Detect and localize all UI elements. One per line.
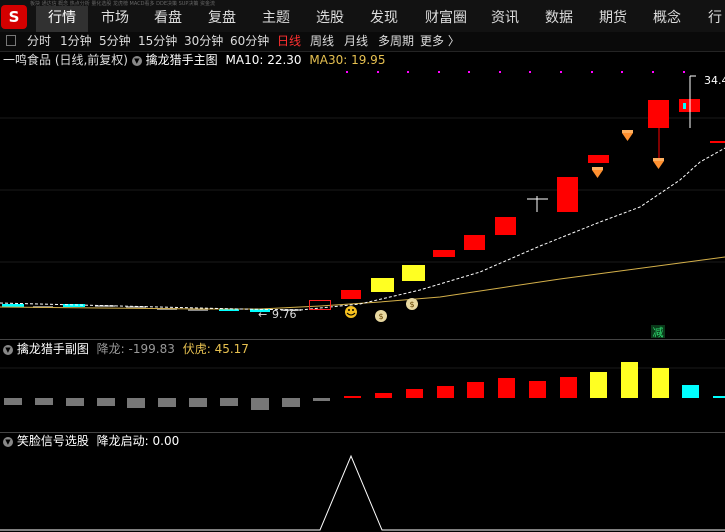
svg-text:$: $ xyxy=(378,312,383,321)
candle xyxy=(433,250,455,257)
svg-text:$: $ xyxy=(409,300,414,309)
candle xyxy=(341,290,361,299)
top-signal-dots xyxy=(346,71,685,73)
smiley-icon xyxy=(345,306,357,318)
diamond-icon xyxy=(653,158,664,169)
candle xyxy=(402,265,425,281)
grid-lines xyxy=(0,117,725,369)
candle xyxy=(371,278,394,292)
moneybag-icon: $ xyxy=(406,298,418,310)
reduce-badge-text: 减 xyxy=(653,326,664,339)
early-candles xyxy=(2,304,301,312)
candle xyxy=(557,177,578,212)
candle xyxy=(495,217,516,235)
ma30-line xyxy=(0,256,725,310)
sub-panel-histogram xyxy=(4,362,725,410)
breakout-candles xyxy=(309,76,725,310)
diamond-icon xyxy=(592,167,603,178)
moneybag-icon: $ xyxy=(375,310,387,322)
low-price-label: 9.76 xyxy=(272,308,297,321)
low-arrow: ← xyxy=(258,308,267,321)
candle xyxy=(648,100,669,128)
cyan-marker xyxy=(683,103,686,109)
candle xyxy=(464,235,485,250)
signal-line xyxy=(0,454,725,531)
candle xyxy=(588,155,609,163)
diamond-icon xyxy=(622,130,633,141)
kline-chart[interactable]: $ $ 34.4 ← 9.76 减 xyxy=(0,0,725,532)
ma10-line xyxy=(0,147,725,311)
high-price-label: 34.4 xyxy=(704,74,725,87)
